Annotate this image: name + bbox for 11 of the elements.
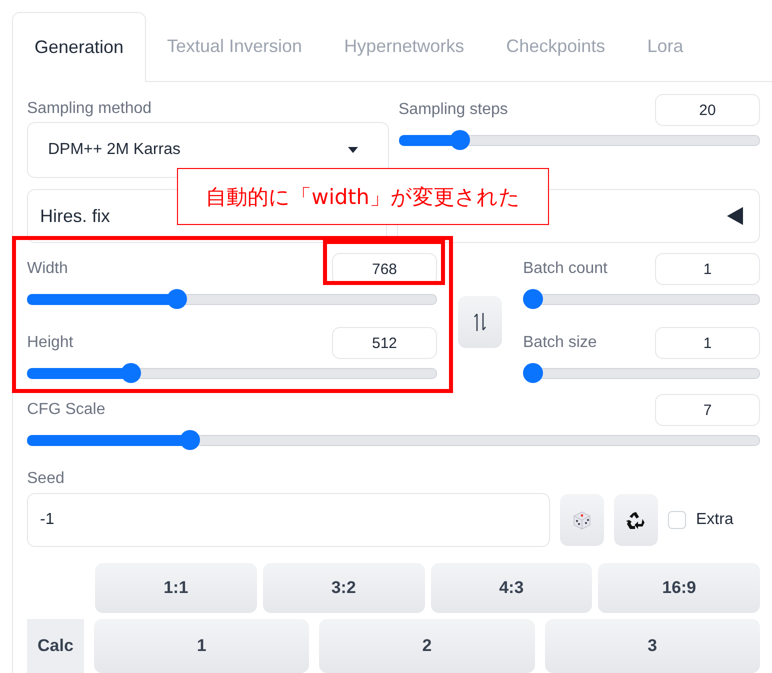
checkbox-label: Extra [696,511,734,529]
field-label: Width [27,260,68,278]
annotation-tooltip: 自動的に「width」が変更された [177,168,549,225]
field-label: Sampling method [27,100,153,118]
calc-label: Calc [27,619,84,673]
field-label: Sampling steps [398,101,508,119]
field-label: Seed [27,470,66,488]
field-label: Height [27,334,74,352]
field-label: Batch size [523,334,597,352]
field-label: Batch count [523,260,608,278]
field-label: CFG Scale [27,401,106,419]
